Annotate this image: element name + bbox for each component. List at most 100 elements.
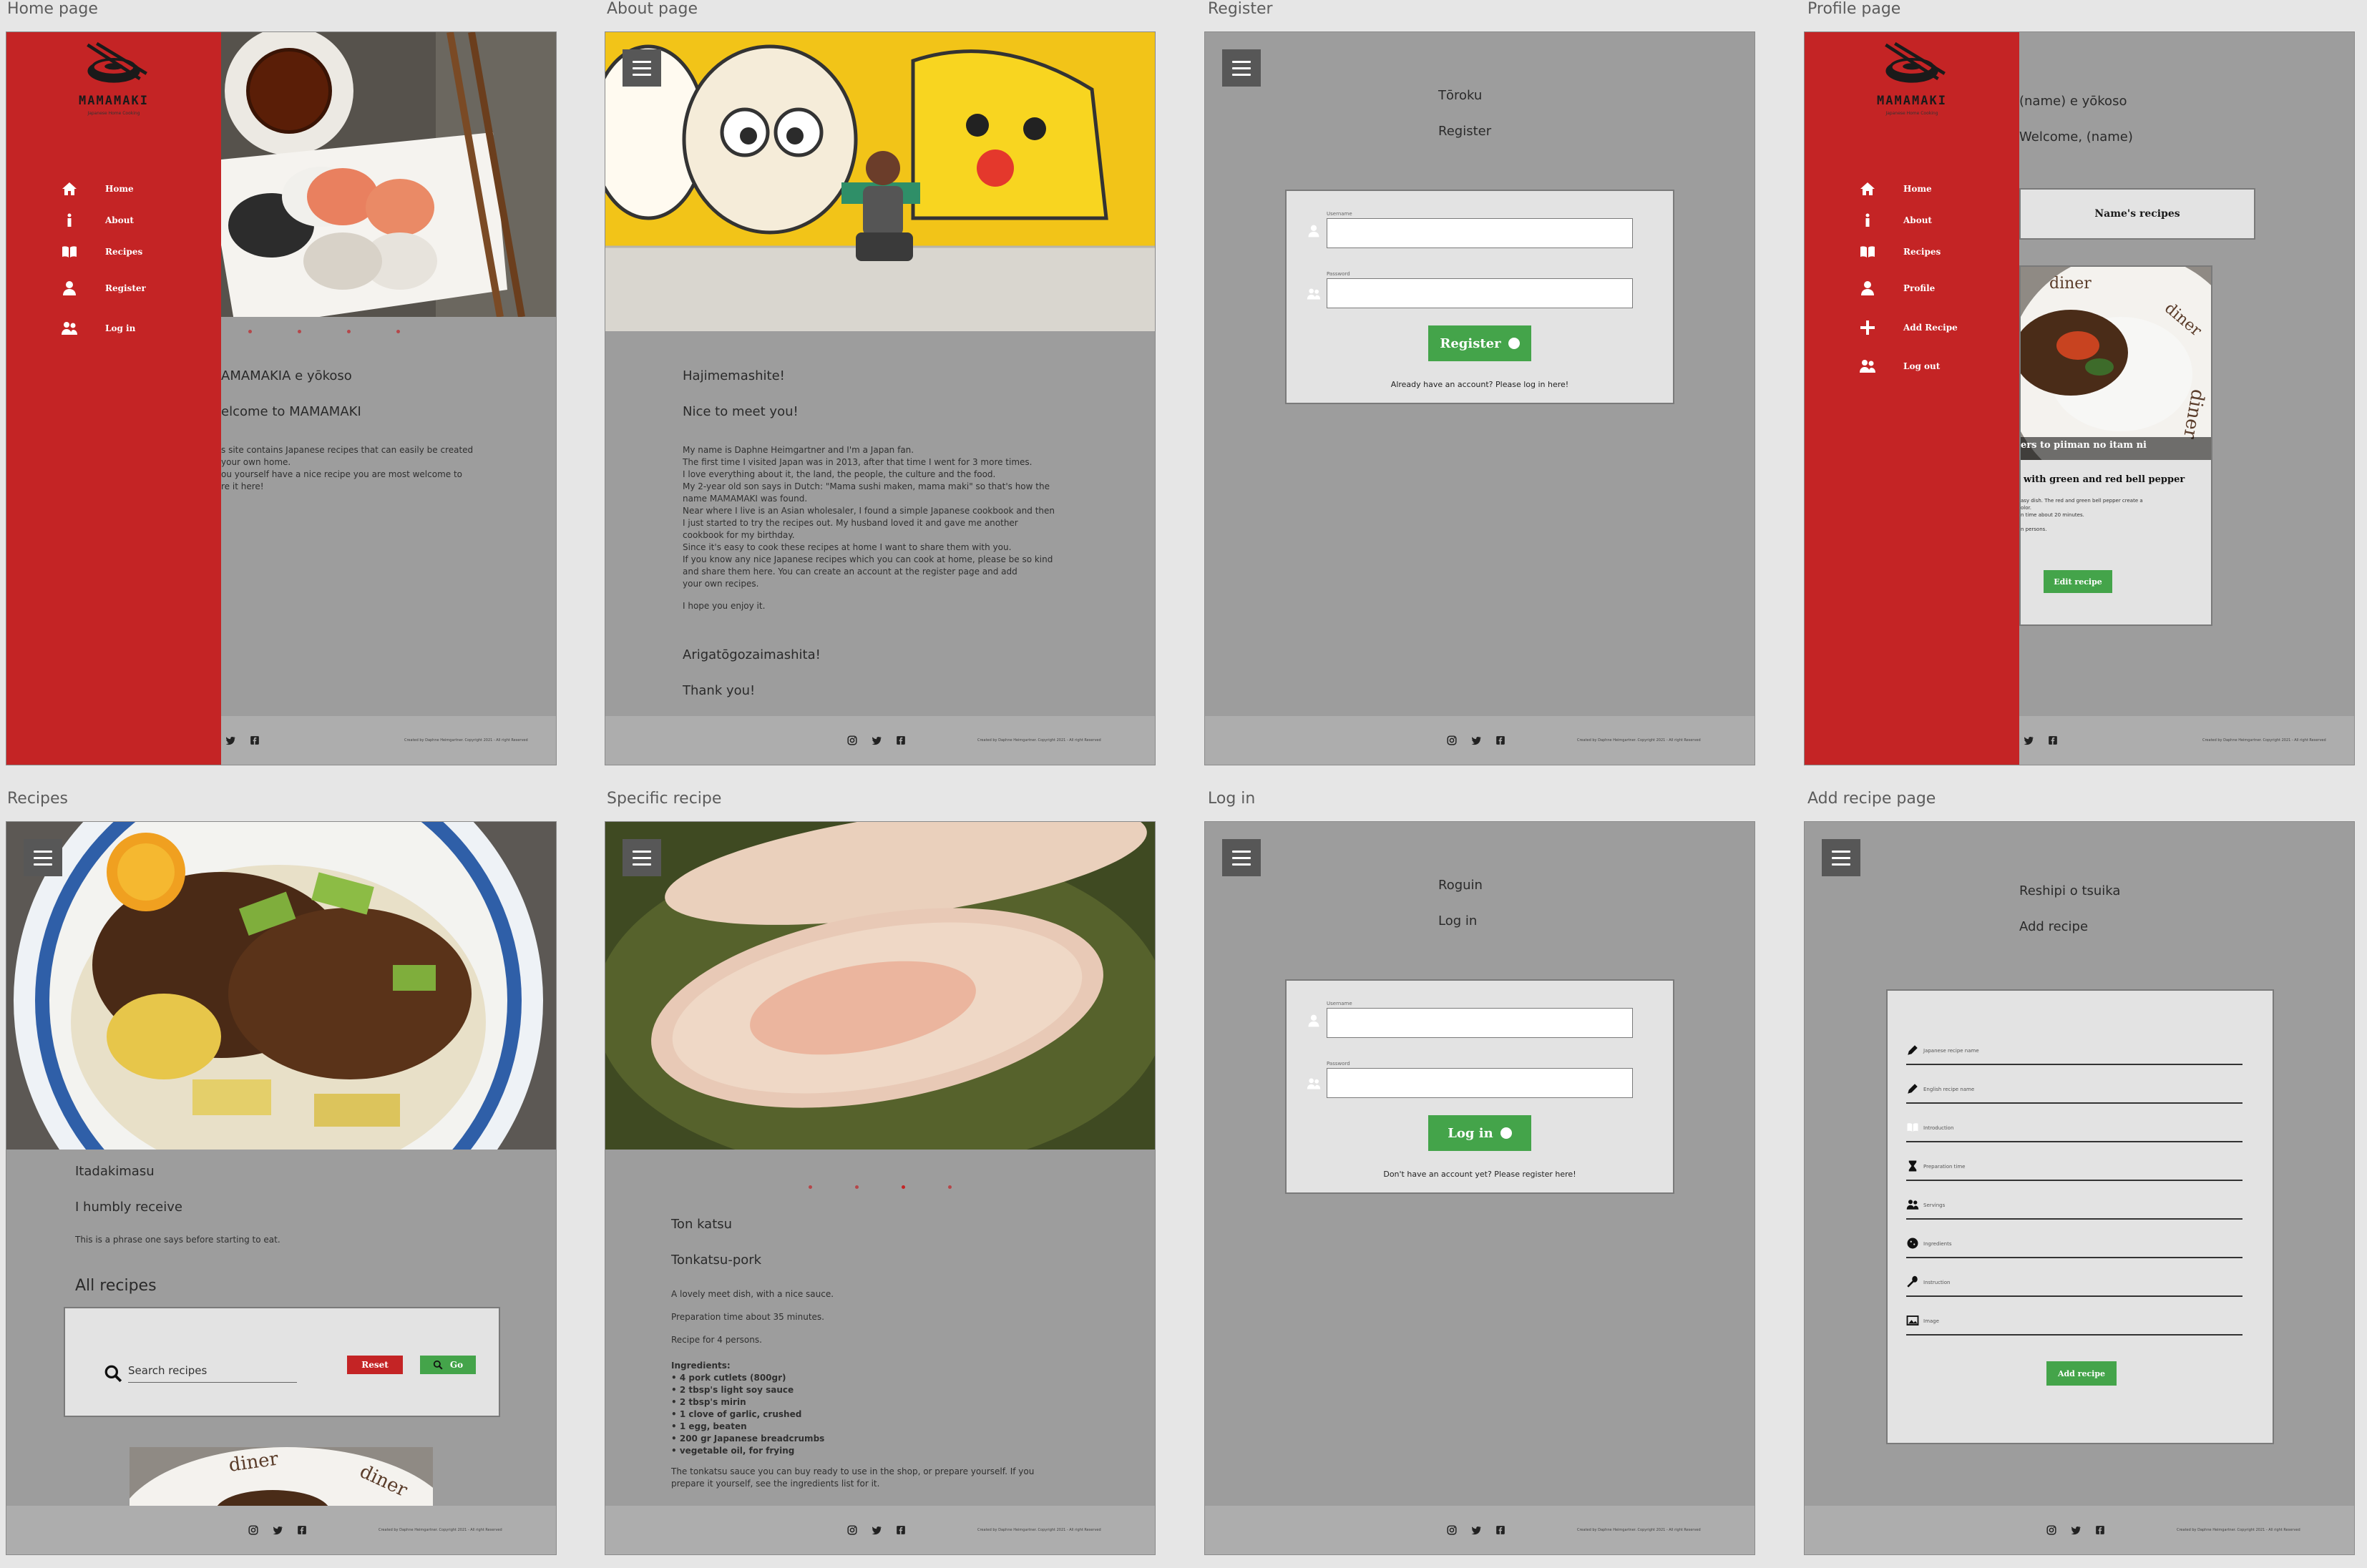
menu-button[interactable]: [24, 839, 62, 876]
nav-item-recipes[interactable]: Recipes: [61, 234, 146, 270]
username-input[interactable]: [1327, 1008, 1633, 1038]
menu-button[interactable]: [623, 839, 661, 876]
menu-button[interactable]: [1822, 839, 1860, 876]
twitter-icon[interactable]: [273, 1525, 283, 1535]
facebook-icon[interactable]: [297, 1525, 307, 1535]
english-name-field[interactable]: English recipe name: [1906, 1072, 2242, 1104]
nav-label: Register: [105, 283, 146, 293]
logo[interactable]: MAMAMAKI Japanese Home Cooking: [6, 42, 221, 116]
nav-item-about[interactable]: About: [61, 207, 146, 234]
go-label: Go: [449, 1360, 464, 1370]
instruction-field[interactable]: Instruction: [1906, 1265, 2242, 1297]
menu-button[interactable]: [1222, 839, 1261, 876]
recipes-intro-text: This is a phrase one says before startin…: [75, 1235, 280, 1245]
footer: Created by Daphne Heimgartner. Copyright…: [605, 716, 1155, 765]
japanese-name-field[interactable]: Japanese recipe name: [1906, 1034, 2242, 1065]
about-thanks-english: Thank you!: [683, 683, 756, 698]
nav-item-login[interactable]: Log in: [61, 307, 146, 350]
nav-item-about[interactable]: About: [1859, 207, 1958, 234]
search-icon[interactable]: [104, 1364, 122, 1383]
password-input[interactable]: [1327, 278, 1633, 308]
password-input[interactable]: [1327, 1068, 1633, 1098]
sushi-logo-icon: [1873, 42, 1951, 88]
ingredients-field[interactable]: Ingredients: [1906, 1227, 2242, 1258]
nav-item-home[interactable]: Home: [1859, 171, 1958, 207]
image-field[interactable]: Image: [1906, 1304, 2242, 1336]
book-icon: [1859, 243, 1876, 260]
twitter-icon[interactable]: [1471, 1525, 1481, 1535]
add-recipe-frame: Reshipi o tsuika Add recipe Japanese rec…: [1804, 821, 2355, 1555]
username-input[interactable]: [1327, 218, 1633, 248]
edit-recipe-button[interactable]: Edit recipe: [2044, 570, 2112, 593]
introduction-field[interactable]: Introduction: [1906, 1111, 2242, 1142]
ingredients-list: Ingredients: • 4 pork cutlets (800gr) • 2…: [671, 1361, 825, 1456]
facebook-icon[interactable]: [1495, 1525, 1505, 1535]
nav-label: Home: [1903, 184, 1932, 194]
instagram-icon[interactable]: [1447, 735, 1457, 745]
nav-label: Home: [105, 184, 134, 194]
nav-item-recipes[interactable]: Recipes: [1859, 234, 1958, 270]
facebook-icon[interactable]: [250, 735, 260, 745]
twitter-icon[interactable]: [872, 735, 882, 745]
facebook-icon[interactable]: [896, 1525, 906, 1535]
cookie-icon: [1906, 1237, 1919, 1250]
menu-button[interactable]: [623, 49, 661, 87]
pencil-icon: [1906, 1044, 1919, 1057]
nav-item-profile[interactable]: Profile: [1859, 270, 1958, 307]
info-icon: [61, 212, 78, 229]
login-heading-english: Log in: [1438, 913, 1478, 928]
menu-button[interactable]: [1222, 49, 1261, 87]
servings-field[interactable]: Servings: [1906, 1188, 2242, 1220]
field-label: Preparation time: [1923, 1164, 1966, 1170]
user-plus-icon: [1307, 1014, 1321, 1028]
search-icon: [433, 1360, 443, 1370]
logo[interactable]: MAMAMAKI Japanese Home Cooking: [1805, 42, 2019, 116]
facebook-icon[interactable]: [896, 735, 906, 745]
go-button[interactable]: Go: [420, 1356, 476, 1374]
instagram-icon[interactable]: [2046, 1525, 2056, 1535]
sushi-logo-icon: [74, 42, 153, 88]
password-label: Password: [1327, 271, 1350, 277]
search-input[interactable]: Search recipes: [128, 1358, 297, 1383]
hourglass-icon: [1906, 1160, 1919, 1172]
facebook-icon[interactable]: [1495, 735, 1505, 745]
home-icon: [61, 180, 78, 197]
instagram-icon[interactable]: [248, 1525, 258, 1535]
prep-time-field[interactable]: Preparation time: [1906, 1150, 2242, 1181]
frame-title-recipes: Recipes: [7, 790, 69, 808]
carousel-dots[interactable]: [809, 1185, 952, 1189]
register-heading-japanese: Tōroku: [1438, 88, 1483, 103]
username-label: Username: [1327, 1001, 1352, 1006]
instagram-icon[interactable]: [847, 1525, 857, 1535]
register-button[interactable]: Register: [1428, 325, 1531, 361]
twitter-icon[interactable]: [1471, 735, 1481, 745]
recipe-card[interactable]: diner diner diner ers to piiman no itam …: [2019, 265, 2212, 626]
home-page-frame: AMAMAKIA e yōkoso elcome to MAMAMAKI s s…: [6, 31, 557, 765]
facebook-icon[interactable]: [2095, 1525, 2105, 1535]
twitter-icon[interactable]: [2071, 1525, 2081, 1535]
nav-label: Add Recipe: [1903, 323, 1958, 333]
login-button[interactable]: Log in: [1428, 1115, 1531, 1151]
field-label: Introduction: [1923, 1125, 1954, 1131]
twitter-icon[interactable]: [225, 735, 235, 745]
username-label: Username: [1327, 211, 1352, 217]
recipes-heading-japanese: Itadakimasu: [75, 1164, 155, 1179]
my-recipes-button[interactable]: Name's recipes: [2019, 188, 2255, 240]
twitter-icon[interactable]: [2024, 735, 2034, 745]
register-link[interactable]: Don't have an account yet? Please regist…: [1287, 1170, 1673, 1179]
instagram-icon[interactable]: [847, 735, 857, 745]
facebook-icon[interactable]: [2048, 735, 2058, 745]
instagram-icon[interactable]: [1447, 1525, 1457, 1535]
add-recipe-button[interactable]: Add recipe: [2046, 1361, 2117, 1386]
frame-title-login: Log in: [1208, 790, 1256, 808]
recipe-thumbnail[interactable]: diner diner: [130, 1447, 433, 1509]
twitter-icon[interactable]: [872, 1525, 882, 1535]
login-link[interactable]: Already have an account? Please log in h…: [1287, 380, 1673, 389]
nav-item-home[interactable]: Home: [61, 171, 146, 207]
pokemon-wall-photo: [605, 32, 1155, 331]
nav-item-logout[interactable]: Log out: [1859, 348, 1958, 384]
reset-button[interactable]: Reset: [347, 1356, 403, 1374]
carousel-dots[interactable]: [248, 330, 400, 333]
nav-item-register[interactable]: Register: [61, 270, 146, 307]
nav-item-add-recipe[interactable]: Add Recipe: [1859, 307, 1958, 348]
